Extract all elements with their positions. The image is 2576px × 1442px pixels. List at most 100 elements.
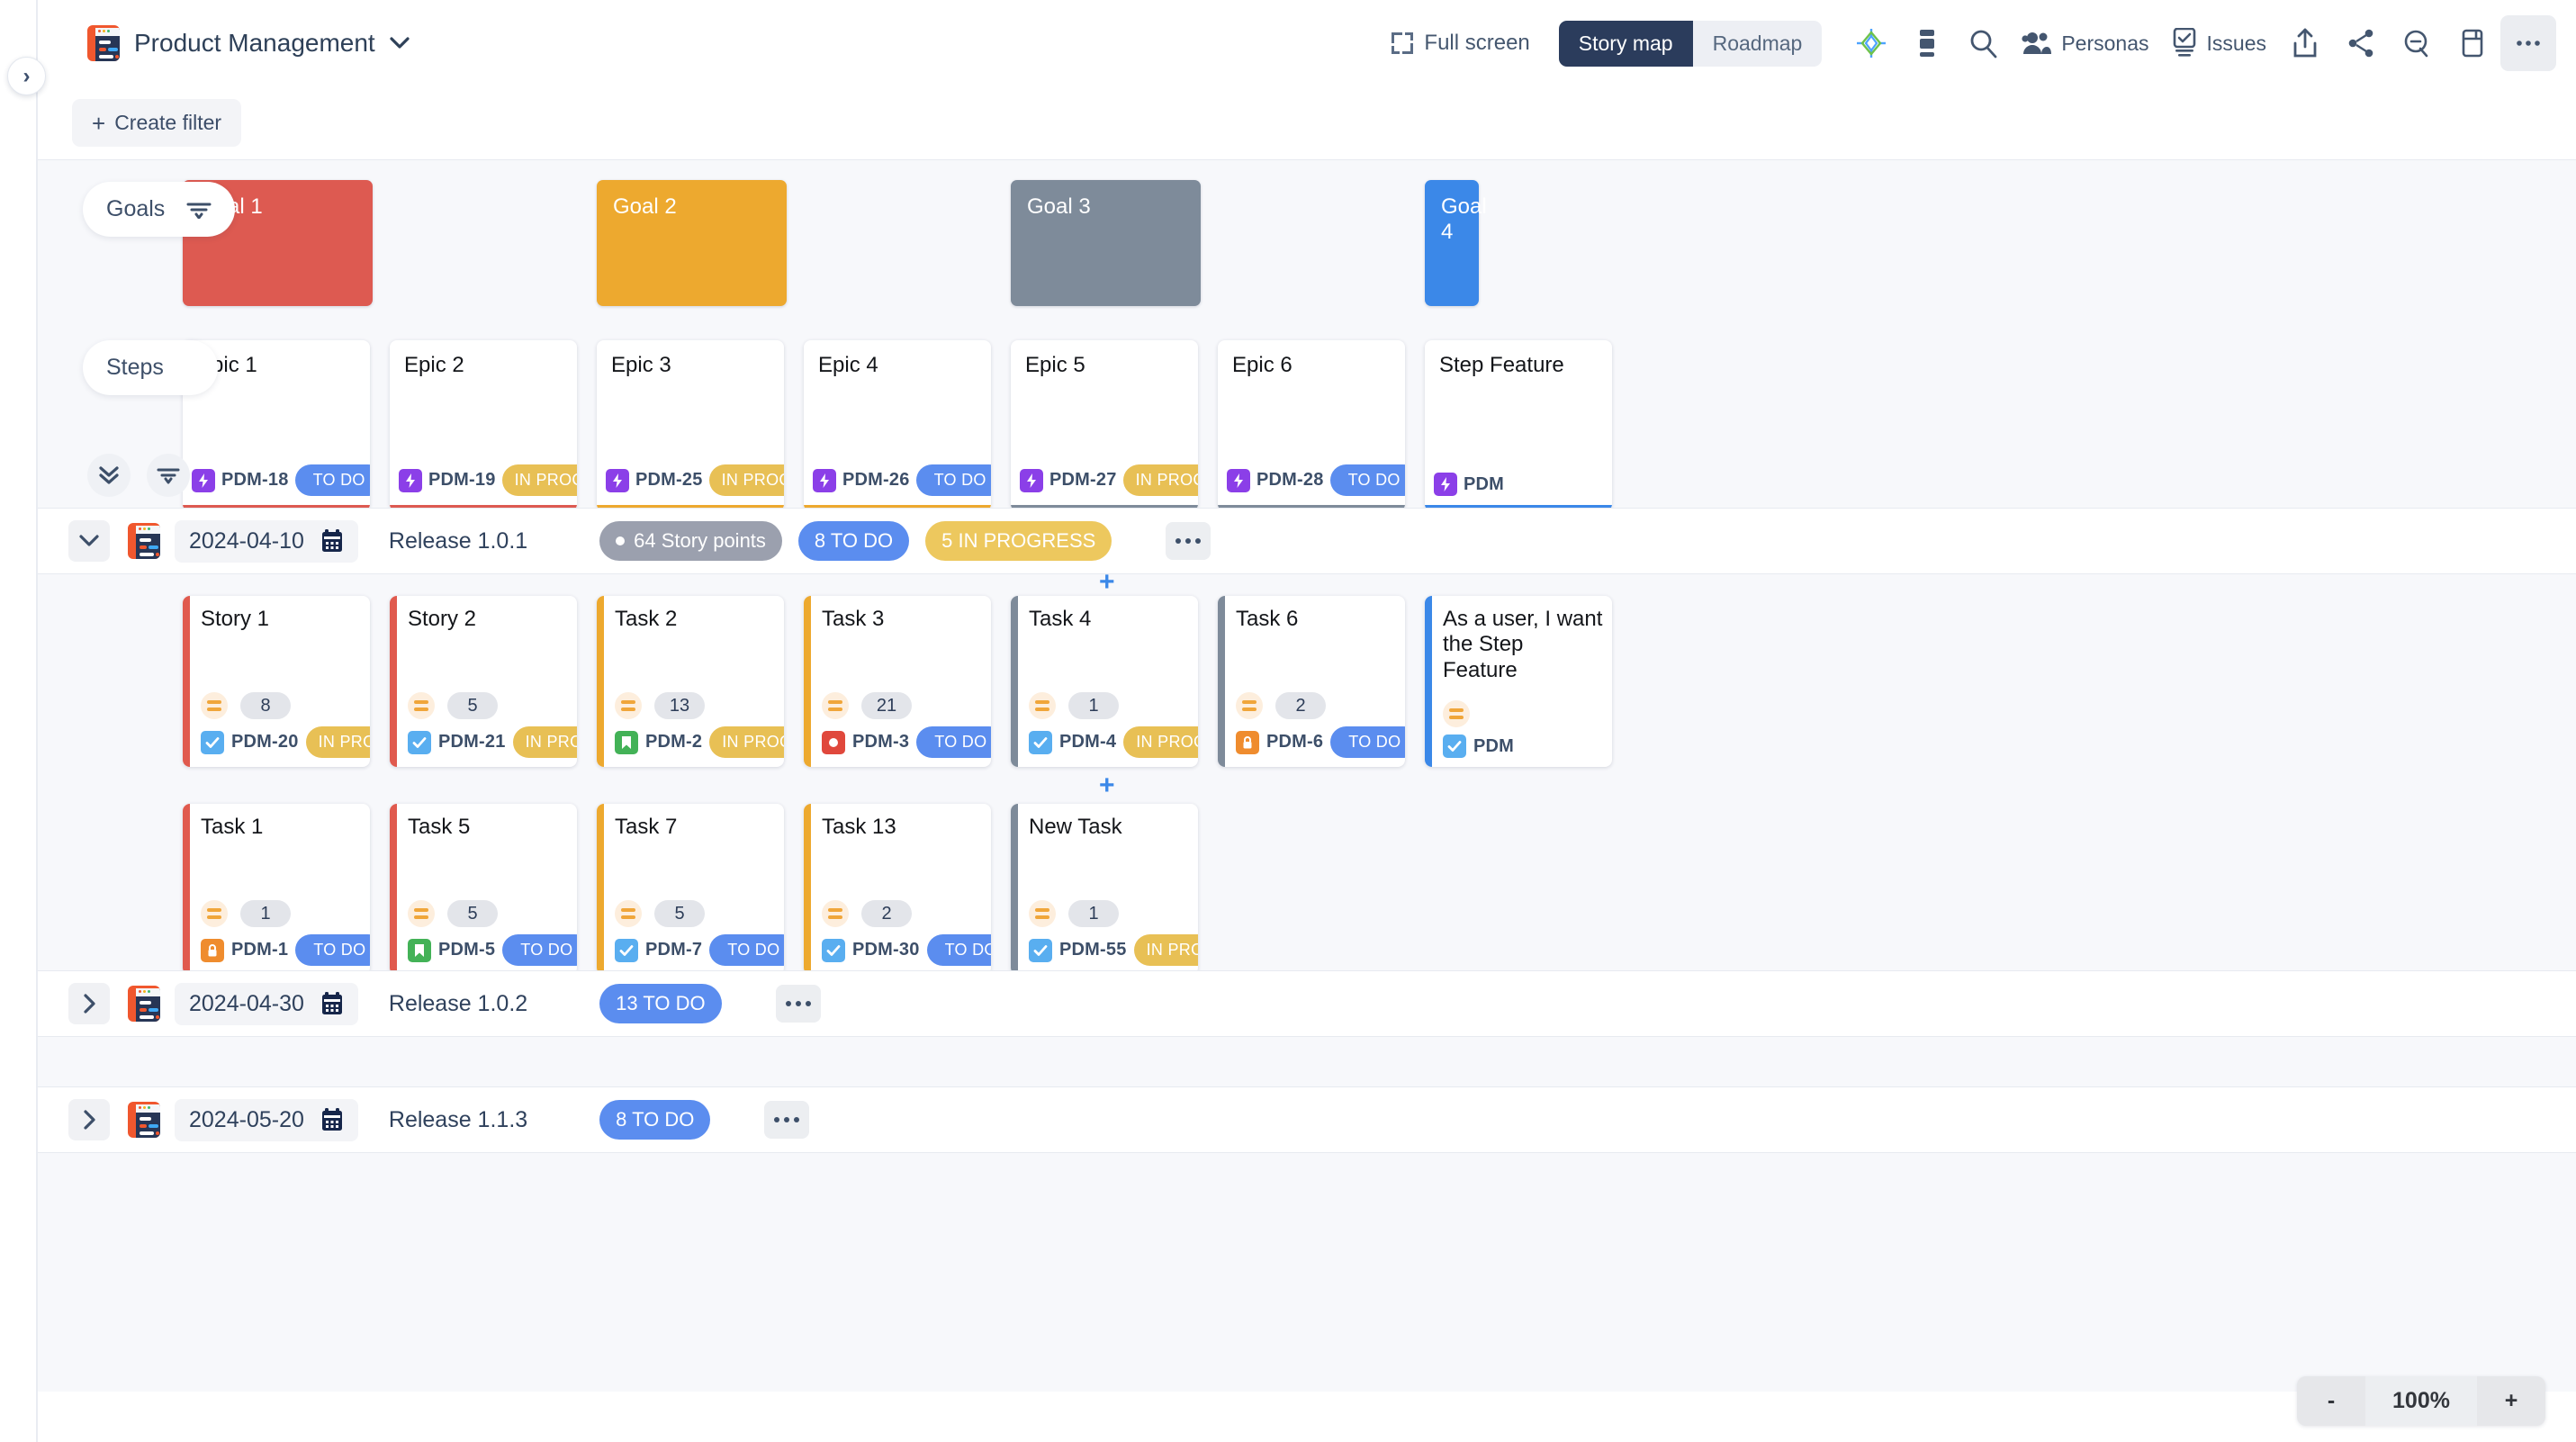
issue-key[interactable]: PDM-26 [842, 470, 910, 491]
status-badge[interactable]: TO DO [1330, 726, 1405, 758]
issue-key[interactable]: PDM [1464, 474, 1504, 495]
issue-key[interactable]: PDM-6 [1266, 732, 1323, 753]
export-icon[interactable] [2277, 15, 2333, 71]
status-badge[interactable]: IN PROG... [709, 726, 784, 758]
issue-key[interactable]: PDM [1473, 736, 1514, 757]
tab-story-map[interactable]: Story map [1558, 20, 1693, 67]
issue-key[interactable]: PDM-30 [852, 940, 920, 960]
status-badge[interactable]: TO DO [295, 934, 370, 966]
status-badge[interactable]: TO DO [709, 934, 784, 966]
status-badge[interactable]: IN PROG... [305, 726, 370, 758]
issue-key[interactable]: PDM-7 [645, 940, 702, 960]
zoom-in-button[interactable]: + [2477, 1376, 2545, 1426]
issue-card[interactable]: Task 13 2 PDM-30 TO DO [804, 804, 991, 975]
issue-key[interactable]: PDM-20 [231, 732, 299, 753]
issue-key[interactable]: PDM-28 [1256, 470, 1324, 491]
release-badge[interactable]: 64 Story points [599, 521, 782, 561]
issue-card[interactable]: Task 4 1 PDM-4 IN PROG... [1011, 596, 1198, 767]
story-points[interactable]: 2 [1275, 692, 1326, 719]
story-points[interactable]: 5 [654, 900, 705, 927]
steps-filter-icon[interactable] [147, 454, 190, 497]
story-points[interactable]: 5 [447, 692, 498, 719]
issues-button[interactable]: Issues [2160, 15, 2277, 71]
issue-key[interactable]: PDM-21 [438, 732, 506, 753]
goals-row-label[interactable]: Goals [83, 182, 236, 237]
status-badge[interactable]: TO DO [926, 934, 991, 966]
double-chevron-down-icon[interactable] [87, 454, 131, 497]
tab-roadmap[interactable]: Roadmap [1693, 21, 1823, 67]
story-points[interactable]: 21 [861, 692, 912, 719]
release-more-options-icon[interactable] [764, 1101, 810, 1139]
status-badge[interactable]: IN PROG... [1133, 934, 1198, 966]
steps-row-label[interactable]: Steps [83, 340, 218, 395]
archive-icon[interactable] [2445, 15, 2500, 71]
epic-card[interactable]: Epic 5 PDM-27IN PROG... [1011, 340, 1198, 511]
epic-card[interactable]: Step Feature PDM [1425, 340, 1612, 511]
status-badge[interactable]: IN PROG... [708, 464, 784, 496]
issue-card[interactable]: Task 1 1 PDM-1 TO DO [183, 804, 370, 975]
personas-button[interactable]: Personas [2011, 15, 2159, 71]
issue-card[interactable]: Task 6 2 PDM-6 TO DO [1218, 596, 1405, 767]
project-selector[interactable]: Product Management [87, 25, 410, 61]
issue-key[interactable]: PDM-18 [221, 470, 289, 491]
release-badge[interactable]: 8 TO DO [797, 521, 910, 561]
issue-card[interactable]: New Task 1 PDM-55 IN PROG... [1011, 804, 1198, 975]
issue-key[interactable]: PDM-1 [231, 940, 288, 960]
goal-card[interactable]: Goal 3 [1011, 180, 1201, 306]
issue-key[interactable]: PDM-5 [438, 940, 495, 960]
status-badge[interactable]: TO DO [502, 934, 577, 966]
issue-card[interactable]: Story 1 8 PDM-20 IN PROG... [183, 596, 370, 767]
epic-card[interactable]: Epic 2 PDM-19IN PROG... [390, 340, 577, 511]
release-more-options-icon[interactable] [1166, 522, 1211, 560]
story-points[interactable]: 1 [1068, 692, 1119, 719]
columns-icon[interactable] [1899, 15, 1955, 71]
release-date-picker[interactable]: 2024-04-30 [175, 982, 358, 1025]
issue-card[interactable]: Task 7 5 PDM-7 TO DO [597, 804, 784, 975]
more-options-icon[interactable] [2500, 15, 2556, 71]
epic-card[interactable]: Epic 3 PDM-25IN PROG... [597, 340, 784, 511]
issue-key[interactable]: PDM-25 [635, 470, 703, 491]
filter-icon[interactable] [186, 201, 212, 219]
status-badge[interactable]: IN PROG... [512, 726, 577, 758]
release-more-options-icon[interactable] [775, 985, 821, 1023]
epic-card[interactable]: Epic 4 PDM-26 TO DO [804, 340, 991, 511]
issue-key[interactable]: PDM-55 [1059, 940, 1127, 960]
story-points[interactable]: 8 [240, 692, 291, 719]
release-expand-toggle[interactable] [68, 983, 110, 1024]
release-badge[interactable]: 8 TO DO [599, 1100, 711, 1140]
share-icon[interactable] [2333, 15, 2389, 71]
status-badge[interactable]: IN PROG... [1122, 464, 1198, 496]
release-date-picker[interactable]: 2024-04-10 [175, 519, 358, 563]
add-card-below-icon[interactable]: + [1099, 772, 1115, 799]
story-points[interactable]: 2 [861, 900, 912, 927]
goal-card[interactable]: Goal 4 [1425, 180, 1487, 306]
release-badge[interactable]: 13 TO DO [599, 984, 722, 1023]
chevron-down-icon[interactable] [390, 37, 410, 50]
issue-card[interactable]: Task 2 13 PDM-2 IN PROG... [597, 596, 784, 767]
release-date-picker[interactable]: 2024-05-20 [175, 1098, 358, 1141]
zoom-level-value[interactable]: 100% [2365, 1376, 2477, 1426]
release-expand-toggle[interactable] [68, 520, 110, 562]
issue-key[interactable]: PDM-27 [1049, 470, 1117, 491]
status-badge[interactable]: TO DO [294, 464, 370, 496]
comment-icon[interactable] [2389, 15, 2445, 71]
story-points[interactable]: 13 [654, 692, 705, 719]
story-points[interactable]: 1 [240, 900, 291, 927]
zoom-out-button[interactable]: - [2297, 1376, 2365, 1426]
story-points[interactable]: 1 [1068, 900, 1119, 927]
create-filter-button[interactable]: + Create filter [72, 99, 242, 147]
issue-key[interactable]: PDM-19 [428, 470, 496, 491]
issue-card[interactable]: Story 2 5 PDM-21 IN PROG... [390, 596, 577, 767]
issue-card[interactable]: Task 5 5 PDM-5 TO DO [390, 804, 577, 975]
issue-key[interactable]: PDM-4 [1059, 732, 1116, 753]
rail-expand-chevron-right-icon[interactable]: › [7, 57, 46, 95]
fullscreen-button[interactable]: Full screen [1379, 22, 1542, 65]
goal-card[interactable]: Goal 2 [597, 180, 787, 306]
add-card-above-icon[interactable]: + [1099, 569, 1115, 596]
release-expand-toggle[interactable] [68, 1099, 110, 1140]
issue-card[interactable]: Task 3 21 PDM-3 TO DO [804, 596, 991, 767]
issue-key[interactable]: PDM-3 [852, 732, 909, 753]
release-badge[interactable]: 5 IN PROGRESS [925, 521, 1112, 561]
issue-key[interactable]: PDM-2 [645, 732, 702, 753]
issue-card[interactable]: As a user, I want the Step Feature PDM [1425, 596, 1612, 767]
